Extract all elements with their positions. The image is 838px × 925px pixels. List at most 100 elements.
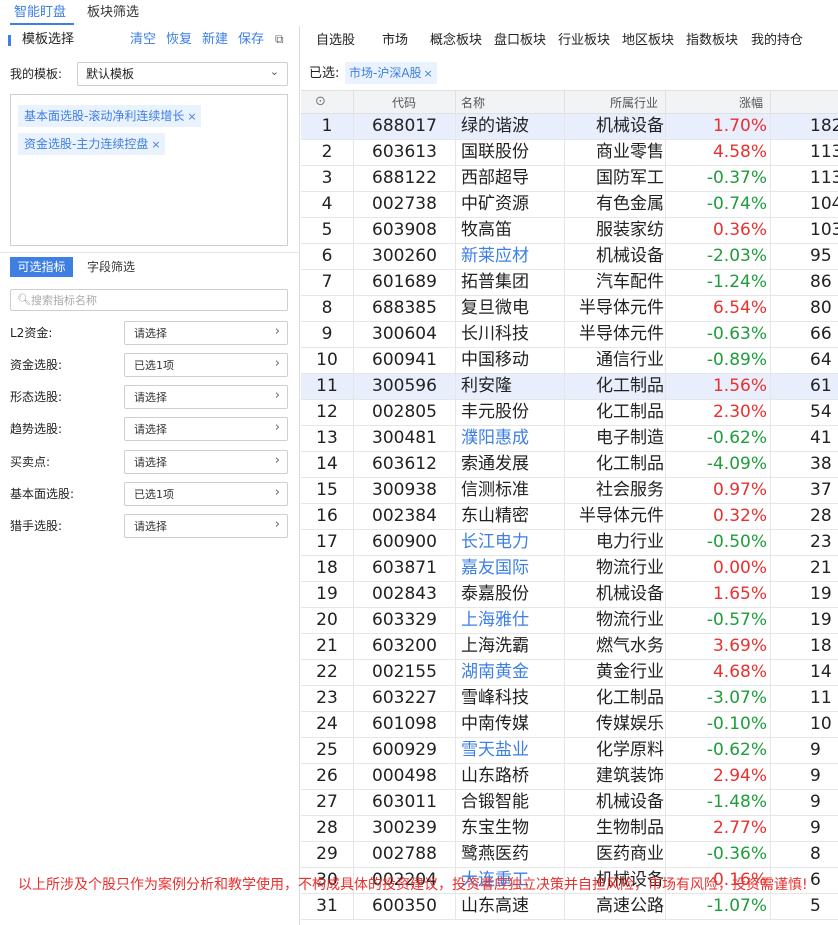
stock-industry: 高速公路 (596, 896, 664, 916)
row-index: 15 (316, 480, 338, 500)
stock-name: 嘉友国际 (461, 558, 529, 578)
header-industry[interactable]: 所属行业 (610, 95, 658, 111)
stock-name: 上海洗霸 (461, 636, 529, 656)
table-row[interactable]: 29 002788 鹭燕医药 医药商业 -0.36% 8 (301, 842, 838, 868)
table-row[interactable]: 6 300260 新莱应材 机械设备 -2.03% 95 (301, 244, 838, 270)
table-row[interactable]: 22 002155 湖南黄金 黄金行业 4.68% 14 (301, 660, 838, 686)
column-divider (455, 114, 456, 140)
clear-button[interactable]: 清空 (130, 32, 156, 48)
header-change[interactable]: 涨幅 (739, 95, 763, 111)
column-divider (353, 634, 354, 660)
header-name[interactable]: 名称 (461, 95, 485, 111)
tab-watchlist[interactable]: 自选股 (316, 33, 355, 49)
table-row[interactable]: 20 603329 上海雅仕 物流行业 -0.57% 19 (301, 608, 838, 634)
tab-my-holdings[interactable]: 我的持仓 (751, 33, 803, 49)
close-icon[interactable]: × (424, 67, 433, 80)
stock-industry: 半导体元件 (579, 324, 664, 344)
tab-industry-sector[interactable]: 行业板块 (558, 33, 610, 49)
restore-button[interactable]: 恢复 (166, 32, 192, 48)
tab-concept-sector[interactable]: 概念板块 (430, 33, 482, 49)
table-row[interactable]: 25 600929 雪天盐业 化学原料 -0.62% 9 (301, 738, 838, 764)
table-row[interactable]: 3 688122 西部超导 国防军工 -0.37% 113 (301, 166, 838, 192)
template-tag: 资金选股-主力连续控盘 × (18, 133, 165, 155)
table-row[interactable]: 17 600900 长江电力 电力行业 -0.50% 23 (301, 530, 838, 556)
column-divider (455, 296, 456, 322)
column-divider (455, 322, 456, 348)
table-row[interactable]: 24 601098 中南传媒 传媒娱乐 -0.10% 10 (301, 712, 838, 738)
tab-smart-watch[interactable]: 智能盯盘 (14, 5, 66, 21)
tab-sector-filter[interactable]: 板块筛选 (87, 5, 139, 21)
table-row[interactable]: 8 688385 复旦微电 半导体元件 6.54% 80 (301, 296, 838, 322)
table-row[interactable]: 13 300481 濮阳惠成 电子制造 -0.62% 41 (301, 426, 838, 452)
settings-icon[interactable]: ⊙ (315, 94, 326, 110)
close-icon[interactable]: × (187, 110, 196, 123)
filter-select[interactable]: 请选择 › (124, 514, 288, 538)
stock-value: 103 (810, 220, 838, 240)
template-select[interactable]: 默认模板 ⌄ (77, 62, 288, 86)
table-row[interactable]: 31 600350 山东高速 高速公路 -1.07% 5 (301, 894, 838, 920)
filter-row: 猎手选股: 请选择 › (0, 514, 300, 538)
tab-index-sector[interactable]: 指数板块 (686, 33, 738, 49)
table-row[interactable]: 11 300596 利安隆 化工制品 1.56% 61 (301, 374, 838, 400)
column-divider (353, 582, 354, 608)
template-select-value: 默认模板 (86, 67, 135, 81)
tab-field-filter[interactable]: 字段筛选 (87, 259, 135, 275)
table-row[interactable]: 7 601689 拓普集团 汽车配件 -1.24% 86 (301, 270, 838, 296)
stock-name: 索通发展 (461, 454, 529, 474)
header-code[interactable]: 代码 (392, 95, 416, 111)
tab-market[interactable]: 市场 (382, 33, 408, 49)
table-row[interactable]: 27 603011 合锻智能 机械设备 -1.48% 9 (301, 790, 838, 816)
column-divider (770, 270, 771, 296)
table-row[interactable]: 4 002738 中矿资源 有色金属 -0.74% 104 (301, 192, 838, 218)
filter-select[interactable]: 请选择 › (124, 450, 288, 474)
table-row[interactable]: 16 002384 东山精密 半导体元件 0.32% 28 (301, 504, 838, 530)
column-divider (455, 686, 456, 712)
column-divider (564, 686, 565, 712)
tab-board-sector[interactable]: 盘口板块 (494, 33, 546, 49)
column-divider (564, 374, 565, 400)
table-row[interactable]: 1 688017 绿的谐波 机械设备 1.70% 182 (301, 114, 838, 140)
table-row[interactable]: 21 603200 上海洗霸 燃气水务 3.69% 18 (301, 634, 838, 660)
table-row[interactable]: 30 002204 大连重工 机械设备 0.16% 6 (301, 868, 838, 894)
tab-available-indicators[interactable]: 可选指标 (10, 257, 73, 277)
stock-change: 1.70% (712, 116, 767, 136)
filter-select[interactable]: 已选1项 › (124, 353, 288, 377)
table-row[interactable]: 23 603227 雪峰科技 化工制品 -3.07% 11 (301, 686, 838, 712)
filter-label: 猎手选股: (10, 519, 63, 533)
table-row[interactable]: 26 000498 山东路桥 建筑装饰 2.94% 9 (301, 764, 838, 790)
chevron-right-icon: › (274, 517, 280, 532)
column-divider (770, 816, 771, 842)
save-button[interactable]: 保存 (238, 32, 264, 48)
stock-code: 300239 (372, 818, 437, 838)
search-input[interactable] (31, 292, 281, 308)
column-divider (455, 738, 456, 764)
table-row[interactable]: 2 603613 国联股份 商业零售 4.58% 113 (301, 140, 838, 166)
column-divider (770, 868, 771, 894)
close-icon[interactable]: × (151, 138, 160, 151)
table-row[interactable]: 12 002805 丰元股份 化工制品 2.30% 54 (301, 400, 838, 426)
table-row[interactable]: 5 603908 牧高笛 服装家纺 0.36% 103 (301, 218, 838, 244)
stock-code: 601098 (372, 714, 437, 734)
filter-value: 已选1项 (134, 359, 174, 372)
filter-select[interactable]: 请选择 › (124, 385, 288, 409)
stock-industry: 国防军工 (596, 168, 664, 188)
table-row[interactable]: 28 300239 东宝生物 生物制品 2.77% 9 (301, 816, 838, 842)
table-row[interactable]: 14 603612 索通发展 化工制品 -4.09% 38 (301, 452, 838, 478)
filter-select[interactable]: 已选1项 › (124, 482, 288, 506)
table-row[interactable]: 15 300938 信测标准 社会服务 0.97% 37 (301, 478, 838, 504)
table-row[interactable]: 10 600941 中国移动 通信行业 -0.89% 64 (301, 348, 838, 374)
stock-change: -0.62% (706, 740, 767, 760)
table-row[interactable]: 18 603871 嘉友国际 物流行业 0.00% 21 (301, 556, 838, 582)
table-row[interactable]: 9 300604 长川科技 半导体元件 -0.63% 66 (301, 322, 838, 348)
new-button[interactable]: 新建 (202, 32, 228, 48)
copy-icon[interactable]: ⧉ (275, 32, 284, 47)
filter-select[interactable]: 请选择 › (124, 321, 288, 345)
table-row[interactable]: 19 002843 泰嘉股份 机械设备 1.65% 19 (301, 582, 838, 608)
stock-name: 上海雅仕 (461, 610, 529, 630)
column-divider (564, 218, 565, 244)
stock-name: 雪天盐业 (461, 740, 529, 760)
tab-region-sector[interactable]: 地区板块 (622, 33, 674, 49)
filter-select[interactable]: 请选择 › (124, 417, 288, 441)
row-index: 9 (321, 324, 333, 344)
column-divider (665, 244, 666, 270)
